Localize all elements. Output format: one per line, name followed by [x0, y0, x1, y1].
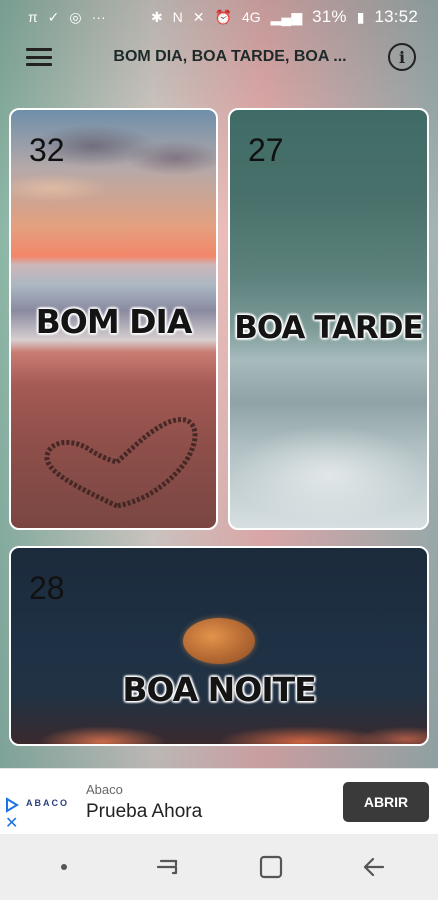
- nav-dot-button[interactable]: [24, 842, 104, 892]
- pi-icon: π: [28, 9, 38, 25]
- mute-icon: ✕: [192, 9, 205, 25]
- battery-icon: ▮: [356, 9, 365, 25]
- recent-apps-button[interactable]: [127, 842, 207, 892]
- back-arrow-icon: [363, 857, 385, 877]
- bluetooth-icon: ✱: [150, 9, 163, 25]
- instagram-icon: ◎: [69, 9, 82, 25]
- ad-open-button[interactable]: ABRIR: [343, 782, 429, 822]
- card-caption: BOA TARDE: [234, 310, 423, 346]
- alarm-icon: ⏰: [214, 9, 232, 25]
- home-icon: [259, 855, 282, 879]
- hamburger-menu-icon: [26, 48, 52, 66]
- more-notifications-icon: ···: [91, 9, 106, 25]
- nfc-icon: Ν: [172, 9, 183, 25]
- card-count: 27: [248, 132, 284, 168]
- status-bar: π ✓ ◎ ··· ✱ Ν ✕ ⏰ 4G ▂▄▆ 31% ▮ 13:52: [0, 0, 438, 34]
- ad-choices-icon[interactable]: [5, 797, 19, 813]
- dot-icon: [61, 864, 67, 870]
- recent-apps-icon: [157, 859, 178, 875]
- ad-banner[interactable]: ✕ ABACO Abaco Prueba Ahora ABRIR: [0, 768, 438, 834]
- info-icon: i: [398, 47, 406, 67]
- ad-close-icon[interactable]: ✕: [5, 816, 18, 832]
- menu-button[interactable]: [16, 34, 64, 80]
- sunset-clouds-image: [11, 110, 216, 230]
- misty-forest-image: [230, 340, 427, 528]
- ad-logo: ABACO: [26, 798, 69, 808]
- moon-image: [183, 618, 255, 664]
- category-card-bom-dia[interactable]: 32 BOM DIA: [9, 108, 218, 530]
- card-caption: BOM DIA: [35, 302, 193, 341]
- info-button[interactable]: i: [388, 43, 416, 71]
- status-notifications: π ✓ ◎ ···: [28, 10, 106, 24]
- card-count: 28: [29, 570, 65, 606]
- clock: 13:52: [374, 7, 418, 26]
- network-type-icon: 4G: [241, 9, 261, 25]
- status-system: ✱ Ν ✕ ⏰ 4G ▂▄▆ 31% ▮ 13:52: [151, 7, 418, 27]
- ad-headline[interactable]: Prueba Ahora: [86, 801, 202, 823]
- ad-advertiser: Abaco: [86, 782, 123, 797]
- checkmark-icon: ✓: [47, 9, 60, 25]
- card-caption: BOA NOITE: [122, 670, 316, 709]
- back-button[interactable]: [334, 842, 414, 892]
- home-button[interactable]: [231, 842, 311, 892]
- category-card-boa-tarde[interactable]: 27 BOA TARDE: [228, 108, 429, 530]
- card-count: 32: [29, 132, 65, 168]
- system-nav-bar: [0, 834, 438, 900]
- battery-percent: 31%: [312, 7, 347, 26]
- category-card-boa-noite[interactable]: 28 BOA NOITE: [9, 546, 429, 746]
- app-title: BOM DIA, BOA TARDE, BOA ...: [113, 48, 347, 65]
- sand-heart-image: [44, 417, 198, 509]
- signal-icon: ▂▄▆: [270, 9, 303, 25]
- app-bar: BOM DIA, BOA TARDE, BOA ... i: [0, 34, 438, 80]
